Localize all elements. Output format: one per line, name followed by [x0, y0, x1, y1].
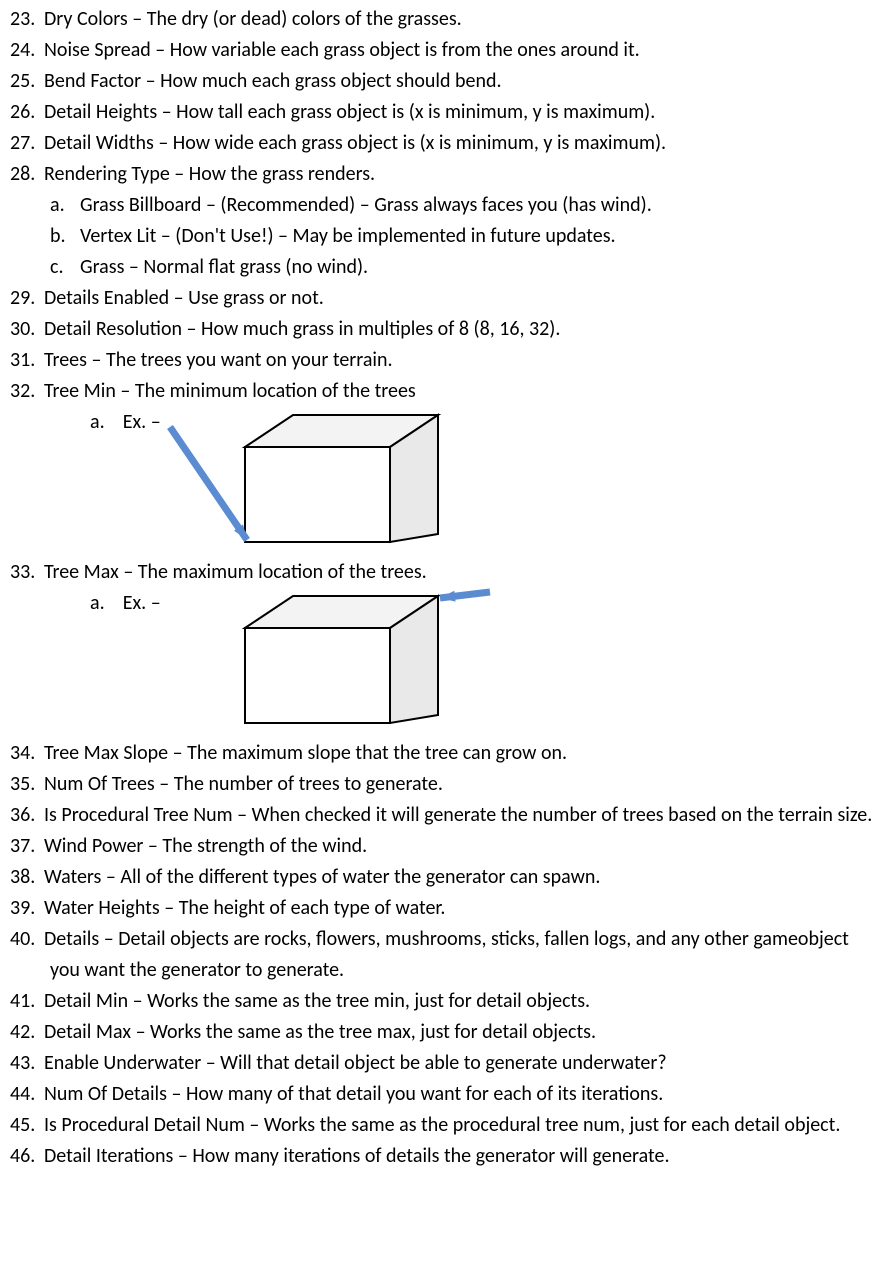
item-number: 24. — [10, 35, 44, 66]
list-item: 23.Dry Colors – The dry (or dead) colors… — [10, 4, 873, 35]
item-number: 38. — [10, 862, 44, 893]
item-number: 42. — [10, 1017, 44, 1048]
item-number: 37. — [10, 831, 44, 862]
item-number: 43. — [10, 1048, 44, 1079]
list-item: 41.Detail Min – Works the same as the tr… — [10, 986, 873, 1017]
item-text: Noise Spread – How variable each grass o… — [44, 38, 640, 62]
list-item: 28.Rendering Type – How the grass render… — [10, 159, 873, 190]
item-text: Water Heights – The height of each type … — [44, 896, 445, 920]
item-number: 36. — [10, 800, 44, 831]
list-item: 30.Detail Resolution – How much grass in… — [10, 314, 873, 345]
item-text: Detail Widths – How wide each grass obje… — [44, 131, 666, 155]
list-item: 36.Is Procedural Tree Num – When checked… — [10, 800, 873, 831]
item-number: 31. — [10, 345, 44, 376]
list-item: 39.Water Heights – The height of each ty… — [10, 893, 873, 924]
list-item: 29.Details Enabled – Use grass or not. — [10, 283, 873, 314]
sub-item-number: c. — [50, 252, 80, 283]
item-text: Wind Power – The strength of the wind. — [44, 834, 367, 858]
item-text: Detail Iterations – How many iterations … — [44, 1144, 670, 1168]
sub-item-lead: a. Ex. – — [10, 407, 165, 438]
item-number: 45. — [10, 1110, 44, 1141]
item-number: 23. — [10, 4, 44, 35]
item-text: Rendering Type – How the grass renders. — [44, 162, 375, 186]
numbered-list: 23.Dry Colors – The dry (or dead) colors… — [10, 4, 873, 1172]
item-number: 46. — [10, 1141, 44, 1172]
list-item: 45.Is Procedural Detail Num – Works the … — [10, 1110, 873, 1141]
item-text: Tree Max Slope – The maximum slope that … — [44, 741, 567, 765]
sub-item-text: Vertex Lit – (Don't Use!) – May be imple… — [80, 224, 616, 248]
cube-figure — [165, 588, 495, 738]
list-item: 38.Waters – All of the different types o… — [10, 862, 873, 893]
item-number: 44. — [10, 1079, 44, 1110]
list-item: 25.Bend Factor – How much each grass obj… — [10, 66, 873, 97]
sub-item-number: a. — [50, 190, 80, 221]
item-text: Bend Factor – How much each grass object… — [44, 69, 502, 93]
item-text: Waters – All of the different types of w… — [44, 865, 600, 889]
item-number: 26. — [10, 97, 44, 128]
item-number: 41. — [10, 986, 44, 1017]
item-text: Detail Heights – How tall each grass obj… — [44, 100, 655, 124]
list-item: 42.Detail Max – Works the same as the tr… — [10, 1017, 873, 1048]
item-number: 27. — [10, 128, 44, 159]
item-text: Detail Max – Works the same as the tree … — [44, 1020, 596, 1044]
item-number: 29. — [10, 283, 44, 314]
list-item: 44.Num Of Details – How many of that det… — [10, 1079, 873, 1110]
item-number: 32. — [10, 376, 44, 407]
item-number: 25. — [10, 66, 44, 97]
item-text: Detail Min – Works the same as the tree … — [44, 989, 590, 1013]
sub-list-item: b.Vertex Lit – (Don't Use!) – May be imp… — [50, 221, 873, 252]
item-text: Enable Underwater – Will that detail obj… — [44, 1051, 667, 1075]
item-text: Is Procedural Detail Num – Works the sam… — [44, 1113, 840, 1137]
list-item: 32.Tree Min – The minimum location of th… — [10, 376, 873, 407]
item-number: 39. — [10, 893, 44, 924]
sub-item-text: Grass – Normal flat grass (no wind). — [80, 255, 368, 279]
item-text: Is Procedural Tree Num – When checked it… — [44, 803, 872, 827]
item-number: 40. — [10, 924, 44, 955]
list-item: 37.Wind Power – The strength of the wind… — [10, 831, 873, 862]
item-text: Tree Max – The maximum location of the t… — [44, 560, 427, 584]
item-number: 34. — [10, 738, 44, 769]
list-item: 33.Tree Max – The maximum location of th… — [10, 557, 873, 588]
cube-diagram-min-icon — [165, 407, 495, 557]
sub-item-text: Grass Billboard – (Recommended) – Grass … — [80, 193, 652, 217]
list-item: 27.Detail Widths – How wide each grass o… — [10, 128, 873, 159]
sub-list: a.Grass Billboard – (Recommended) – Gras… — [10, 190, 873, 283]
list-item: 34.Tree Max Slope – The maximum slope th… — [10, 738, 873, 769]
item-text: Tree Min – The minimum location of the t… — [44, 379, 416, 403]
item-text: Details Enabled – Use grass or not. — [44, 286, 324, 310]
item-number: 33. — [10, 557, 44, 588]
sub-item-lead: a. Ex. – — [10, 588, 165, 619]
list-item: 26.Detail Heights – How tall each grass … — [10, 97, 873, 128]
sub-list-item: c.Grass – Normal flat grass (no wind). — [50, 252, 873, 283]
item-text: Num Of Details – How many of that detail… — [44, 1082, 663, 1106]
list-item: 24.Noise Spread – How variable each gras… — [10, 35, 873, 66]
list-item: 43.Enable Underwater – Will that detail … — [10, 1048, 873, 1079]
list-item: 46.Detail Iterations – How many iteratio… — [10, 1141, 873, 1172]
item-number: 28. — [10, 159, 44, 190]
item-number: 35. — [10, 769, 44, 800]
sub-item-number: b. — [50, 221, 80, 252]
figure-row: a. Ex. – — [10, 588, 873, 738]
item-text: Details – Detail objects are rocks, flow… — [44, 927, 849, 982]
item-number: 30. — [10, 314, 44, 345]
list-item: 35.Num Of Trees – The number of trees to… — [10, 769, 873, 800]
item-text: Dry Colors – The dry (or dead) colors of… — [44, 7, 462, 31]
cube-figure — [165, 407, 495, 557]
item-text: Trees – The trees you want on your terra… — [44, 348, 393, 372]
cube-diagram-max-icon — [165, 588, 495, 738]
figure-row: a. Ex. – — [10, 407, 873, 557]
item-text: Num Of Trees – The number of trees to ge… — [44, 772, 443, 796]
list-item: 40.Details – Detail objects are rocks, f… — [10, 924, 873, 986]
sub-list-item: a.Grass Billboard – (Recommended) – Gras… — [50, 190, 873, 221]
list-item: 31.Trees – The trees you want on your te… — [10, 345, 873, 376]
item-text: Detail Resolution – How much grass in mu… — [44, 317, 560, 341]
